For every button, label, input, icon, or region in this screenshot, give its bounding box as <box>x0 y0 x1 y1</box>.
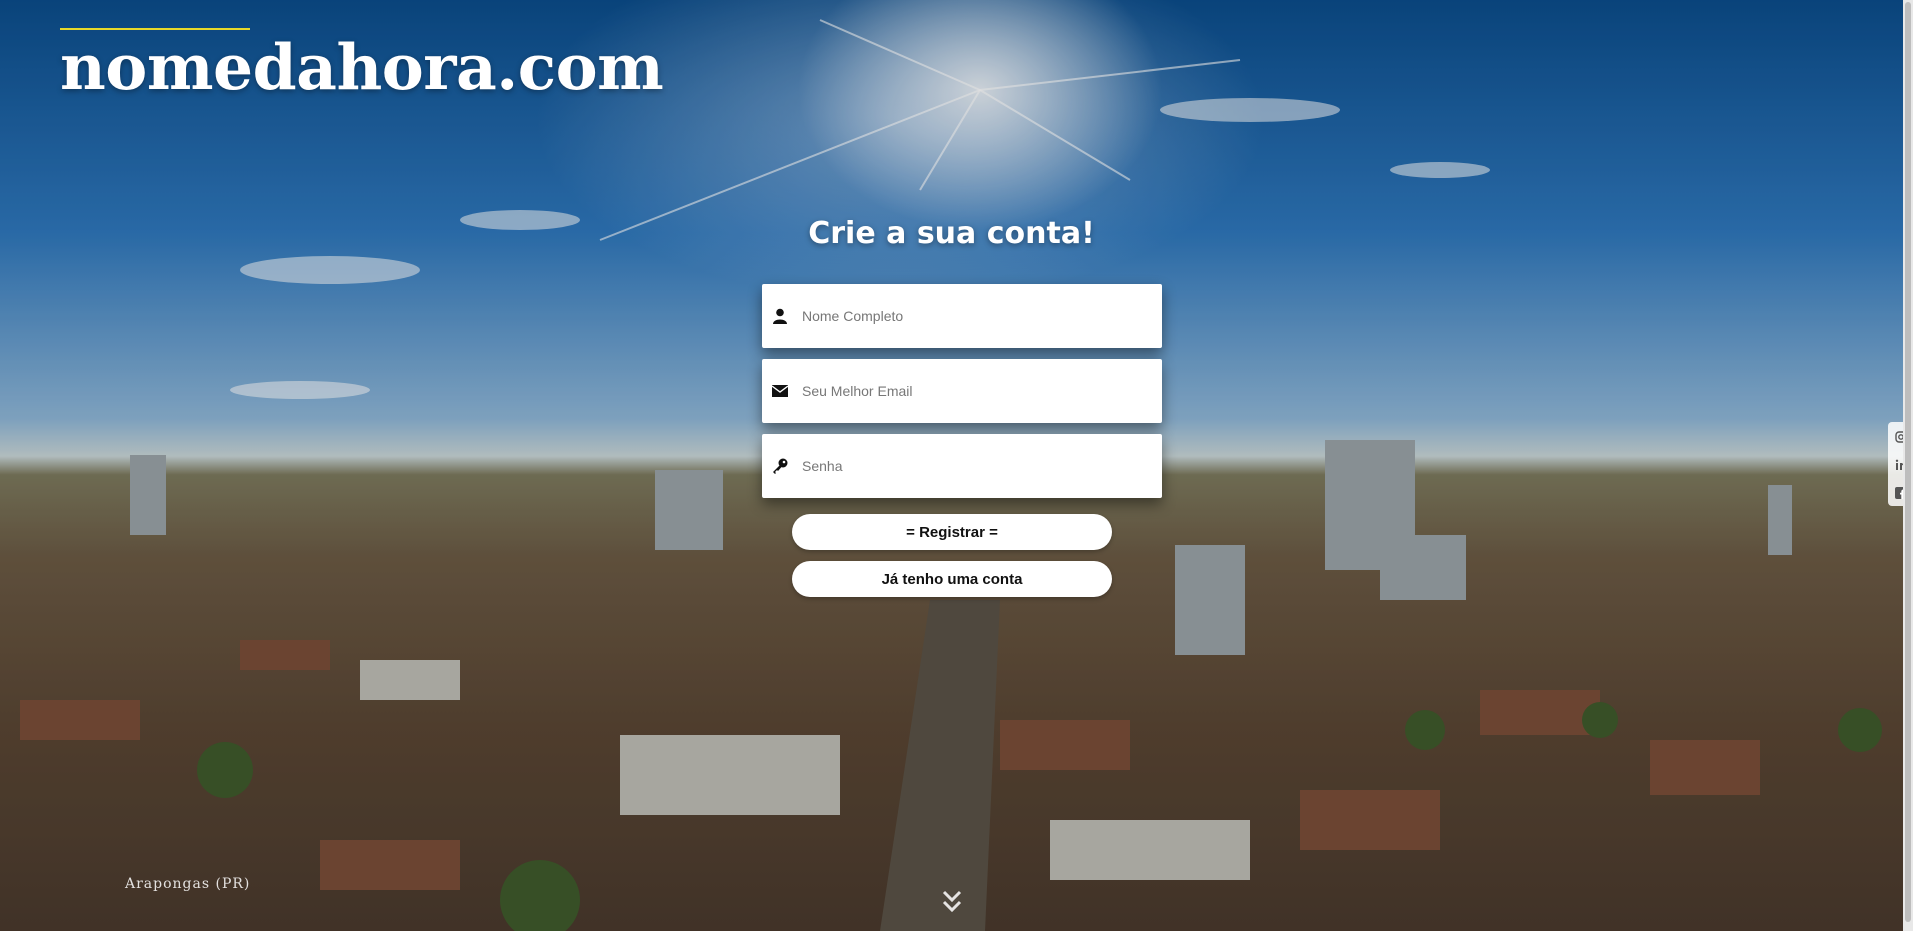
site-logo[interactable]: nomedahora.com <box>60 30 664 104</box>
register-button[interactable]: = Registrar = <box>792 514 1112 550</box>
login-button[interactable]: Já tenho uma conta <box>792 561 1112 597</box>
envelope-icon <box>772 383 788 399</box>
password-input[interactable] <box>800 445 1144 487</box>
user-icon <box>772 308 788 324</box>
name-field[interactable] <box>762 284 1162 348</box>
email-field[interactable] <box>762 359 1162 423</box>
form-title: Crie a sua conta! <box>808 216 1095 251</box>
double-chevron-down-icon[interactable] <box>940 888 964 918</box>
key-icon <box>772 458 788 474</box>
page-scrollbar[interactable] <box>1903 0 1913 931</box>
location-caption: Arapongas (PR) <box>125 876 251 892</box>
scrollbar-thumb[interactable] <box>1905 2 1911 922</box>
name-input[interactable] <box>800 295 1144 337</box>
password-field[interactable] <box>762 434 1162 498</box>
email-input[interactable] <box>800 370 1144 412</box>
